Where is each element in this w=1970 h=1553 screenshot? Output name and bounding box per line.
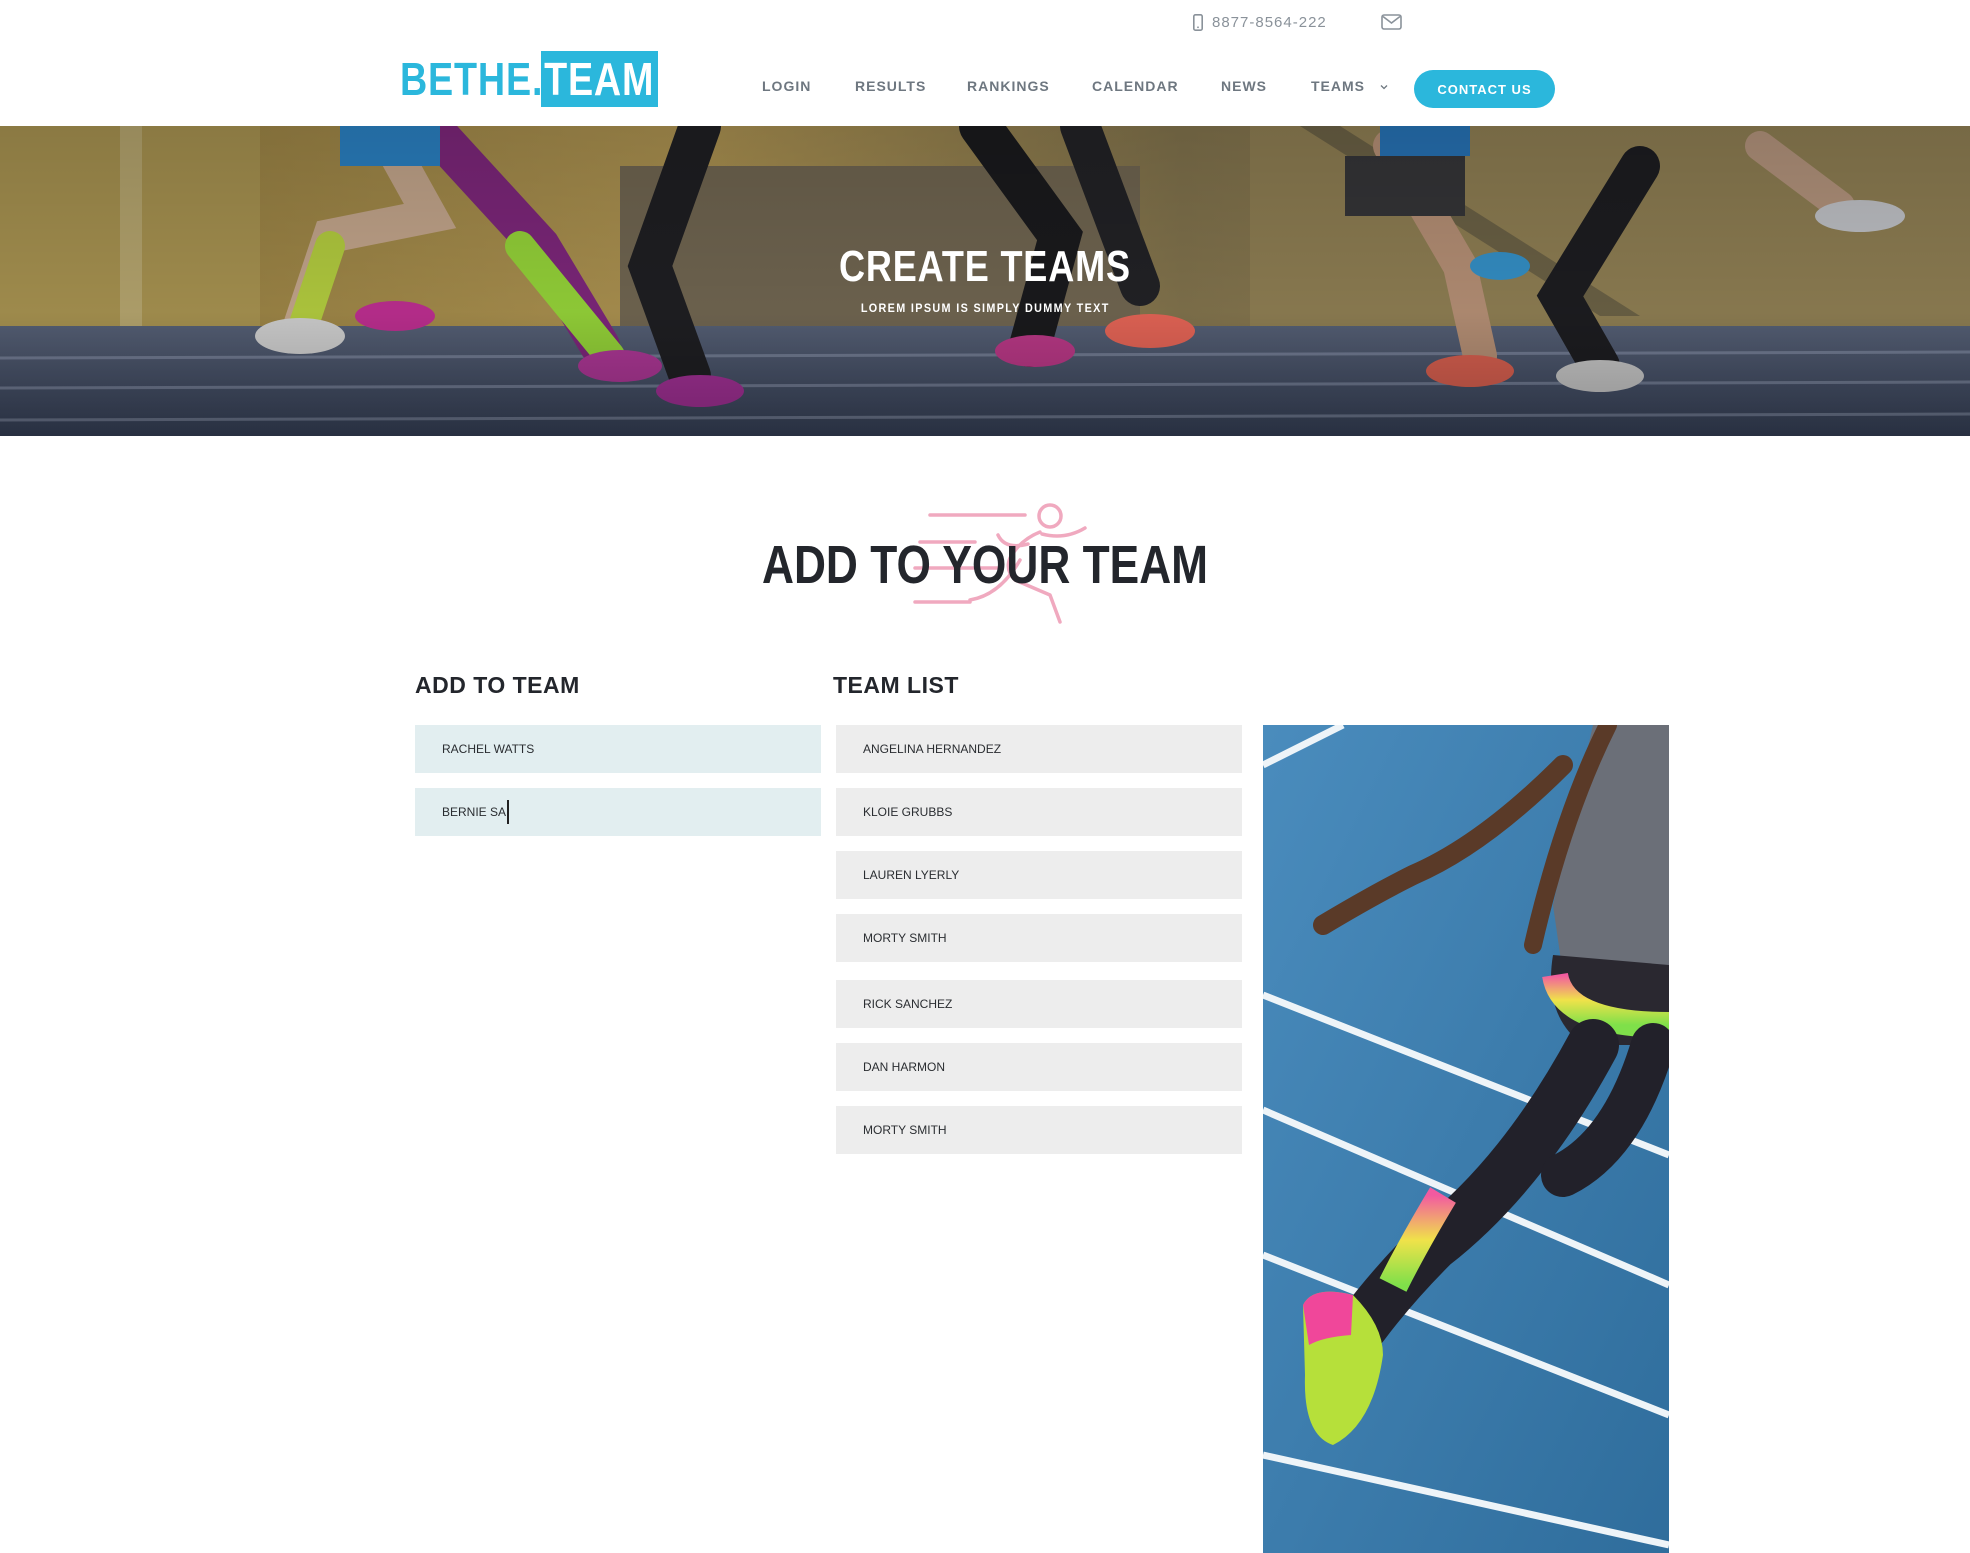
team-list-item[interactable]: RICK SANCHEZ: [836, 980, 1242, 1028]
member-name: RICK SANCHEZ: [863, 997, 953, 1011]
nav-calendar[interactable]: CALENDAR: [1092, 78, 1179, 94]
team-list-heading: TEAM LIST: [833, 672, 959, 698]
contact-us-button[interactable]: CONTACT US: [1414, 70, 1555, 108]
hero-banner: CREATE TEAMS LOREM IPSUM IS SIMPLY DUMMY…: [0, 126, 1970, 436]
hero-subtitle-text: LOREM IPSUM IS SIMPLY DUMMY TEXT: [860, 301, 1110, 315]
nav-news[interactable]: NEWS: [1221, 78, 1267, 94]
add-member-value: BERNIE SA: [442, 805, 507, 819]
site-logo[interactable]: BETHE. TEAM: [400, 51, 658, 107]
nav-login[interactable]: LOGIN: [762, 78, 811, 94]
member-name: ANGELINA HERNANDEZ: [863, 742, 1002, 756]
team-list-item[interactable]: ANGELINA HERNANDEZ: [836, 725, 1242, 773]
nav-teams-label: TEAMS: [1311, 78, 1365, 94]
phone-icon: [1193, 14, 1203, 31]
logo-badge: TEAM: [541, 51, 658, 107]
logo-text-bethe: BETHE.: [400, 53, 544, 105]
logo-text-team: TEAM: [544, 53, 655, 105]
member-name: KLOIE GRUBBS: [863, 805, 953, 819]
add-member-input-active[interactable]: BERNIE SA: [415, 788, 821, 836]
hero-subtitle: LOREM IPSUM IS SIMPLY DUMMY TEXT: [0, 301, 1970, 315]
text-cursor: [507, 800, 510, 824]
member-name: MORTY SMITH: [863, 1123, 947, 1137]
nav-results[interactable]: RESULTS: [855, 78, 926, 94]
sprinter-photo: [1263, 725, 1669, 1553]
team-list-item[interactable]: LAUREN LYERLY: [836, 851, 1242, 899]
member-name: MORTY SMITH: [863, 931, 947, 945]
member-name: DAN HARMON: [863, 1060, 946, 1074]
nav-rankings[interactable]: RANKINGS: [967, 78, 1050, 94]
team-list-item[interactable]: MORTY SMITH: [836, 914, 1242, 962]
hero-title-text: CREATE TEAMS: [839, 242, 1131, 291]
section-title: ADD TO YOUR TEAM: [0, 534, 1970, 596]
member-name: LAUREN LYERLY: [863, 868, 960, 882]
add-to-team-heading: ADD TO TEAM: [415, 672, 580, 698]
chevron-down-icon: [1380, 85, 1388, 90]
phone-number: 8877-8564-222: [1212, 14, 1327, 31]
section-title-text: ADD TO YOUR TEAM: [761, 535, 1209, 595]
add-member-value: RACHEL WATTS: [442, 742, 535, 756]
team-list-item[interactable]: KLOIE GRUBBS: [836, 788, 1242, 836]
phone-contact[interactable]: 8877-8564-222: [1193, 14, 1327, 31]
team-list-item[interactable]: DAN HARMON: [836, 1043, 1242, 1091]
hero-title: CREATE TEAMS: [0, 242, 1970, 292]
nav-teams[interactable]: TEAMS: [1311, 78, 1388, 94]
team-list-item[interactable]: MORTY SMITH: [836, 1106, 1242, 1154]
mail-icon[interactable]: [1381, 14, 1402, 30]
main-navigation: BETHE. TEAM LOGIN RESULTS RANKINGS CALEN…: [0, 40, 1970, 126]
add-member-input[interactable]: RACHEL WATTS: [415, 725, 821, 773]
